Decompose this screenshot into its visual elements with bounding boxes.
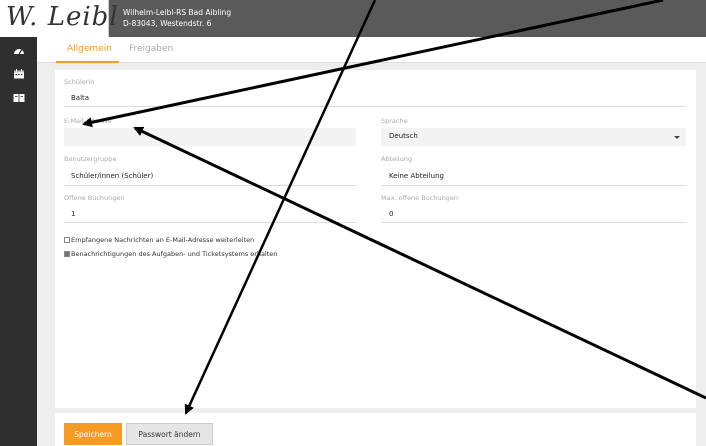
benutzergruppe-value: Schüler/innen (Schüler) <box>71 172 154 180</box>
offene-buchungen-divider <box>64 222 356 223</box>
schuelerin-value: Balta <box>71 94 90 102</box>
forward-email-option: Empfangene Nachrichten an E-Mail-Adresse… <box>64 236 254 244</box>
benutzergruppe-label: Benutzergruppe <box>64 155 117 163</box>
schuelerin-label: Schülerin <box>64 78 95 86</box>
save-button[interactable]: Speichern <box>64 423 122 445</box>
max-offene-buchungen-label: Max. offene Buchungen <box>381 194 458 202</box>
offene-buchungen-value: 1 <box>71 210 76 218</box>
change-password-button[interactable]: Passwort ändern <box>126 423 213 445</box>
offene-buchungen-label: Offene Buchungen <box>64 194 125 202</box>
logo-text: W. Leibl <box>6 2 119 32</box>
email-input[interactable] <box>64 128 356 146</box>
sprache-label: Sprache <box>381 117 408 125</box>
calendar-icon[interactable] <box>13 69 25 79</box>
dashboard-icon[interactable] <box>13 45 25 55</box>
sidebar <box>0 37 37 446</box>
max-offene-buchungen-divider <box>381 222 686 223</box>
benutzergruppe-divider <box>64 185 356 186</box>
notifications-checkbox[interactable] <box>64 251 70 257</box>
top-bar: W. Leibl Wilhelm-Leibl-RS Bad Aibling D-… <box>0 0 706 37</box>
settings-card: Schülerin Balta E-Mail-Adresse Sprache D… <box>55 70 696 408</box>
forward-email-checkbox[interactable] <box>64 237 70 243</box>
school-info: Wilhelm-Leibl-RS Bad Aibling D-83043, We… <box>123 7 231 29</box>
abteilung-divider <box>381 185 686 186</box>
tab-allgemein[interactable]: Allgemein <box>67 44 112 54</box>
book-icon[interactable] <box>13 93 25 103</box>
logo[interactable]: W. Leibl <box>0 0 118 37</box>
schuelerin-divider <box>64 106 686 107</box>
active-tab-indicator <box>56 61 119 63</box>
chevron-down-icon <box>674 136 680 139</box>
abteilung-label: Abteilung <box>381 155 413 163</box>
forward-email-label: Empfangene Nachrichten an E-Mail-Adresse… <box>71 236 255 244</box>
tab-freigaben[interactable]: Freigaben <box>129 44 173 54</box>
notifications-label: Benachrichtigungen des Aufgaben- und Tic… <box>71 250 278 258</box>
school-name: Wilhelm-Leibl-RS Bad Aibling <box>123 8 232 17</box>
notifications-option: Benachrichtigungen des Aufgaben- und Tic… <box>64 250 277 258</box>
max-offene-buchungen-value: 0 <box>389 210 394 218</box>
sprache-select[interactable]: Deutsch <box>381 128 686 146</box>
action-bar: Speichern Passwort ändern <box>55 413 696 446</box>
abteilung-value: Keine Abteilung <box>389 172 444 180</box>
sprache-value: Deutsch <box>389 132 418 140</box>
tab-bar: Allgemein Freigaben <box>37 37 706 63</box>
email-label: E-Mail-Adresse <box>64 117 112 125</box>
school-address: D-83043, Westendstr. 6 <box>123 19 212 28</box>
